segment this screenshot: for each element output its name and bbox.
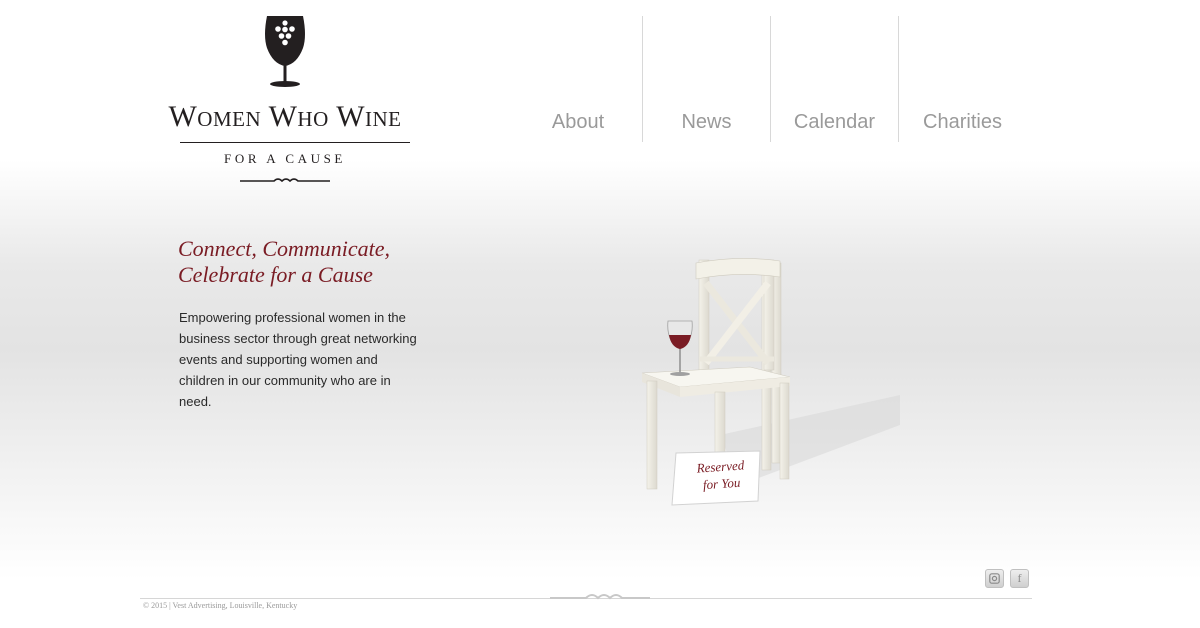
site-logo[interactable]: Women Who Wine FOR A CAUSE bbox=[140, 14, 430, 189]
instagram-icon[interactable] bbox=[985, 569, 1004, 588]
nav-item-about[interactable]: About bbox=[514, 16, 642, 142]
nav-item-calendar[interactable]: Calendar bbox=[770, 16, 898, 142]
nav-item-charities[interactable]: Charities bbox=[898, 16, 1026, 142]
footer-copyright: © 2015 | Vest Advertising, Louisville, K… bbox=[143, 601, 298, 610]
reserved-card-text: Reserved for You bbox=[685, 456, 757, 495]
social-links: f bbox=[985, 569, 1029, 588]
nav-item-news[interactable]: News bbox=[642, 16, 770, 142]
facebook-icon[interactable]: f bbox=[1010, 569, 1029, 588]
instagram-glyph bbox=[989, 573, 1000, 584]
flourish-ornament bbox=[240, 178, 330, 183]
footer-ornament bbox=[550, 594, 650, 600]
brand-divider bbox=[180, 142, 410, 143]
hero-description: Empowering professional women in the bus… bbox=[179, 310, 417, 409]
hero-headline: Connect, Communicate, Celebrate for a Ca… bbox=[178, 236, 438, 288]
main-nav: About News Calendar Charities bbox=[514, 16, 1026, 142]
wine-glass-grapes-icon bbox=[265, 16, 305, 87]
brand-title: Women Who Wine bbox=[168, 100, 402, 133]
hero-headline-line2: Celebrate for a Cause bbox=[178, 262, 373, 287]
brand-subtitle: FOR A CAUSE bbox=[224, 151, 346, 166]
hero-headline-line1: Connect, Communicate, bbox=[178, 236, 391, 261]
